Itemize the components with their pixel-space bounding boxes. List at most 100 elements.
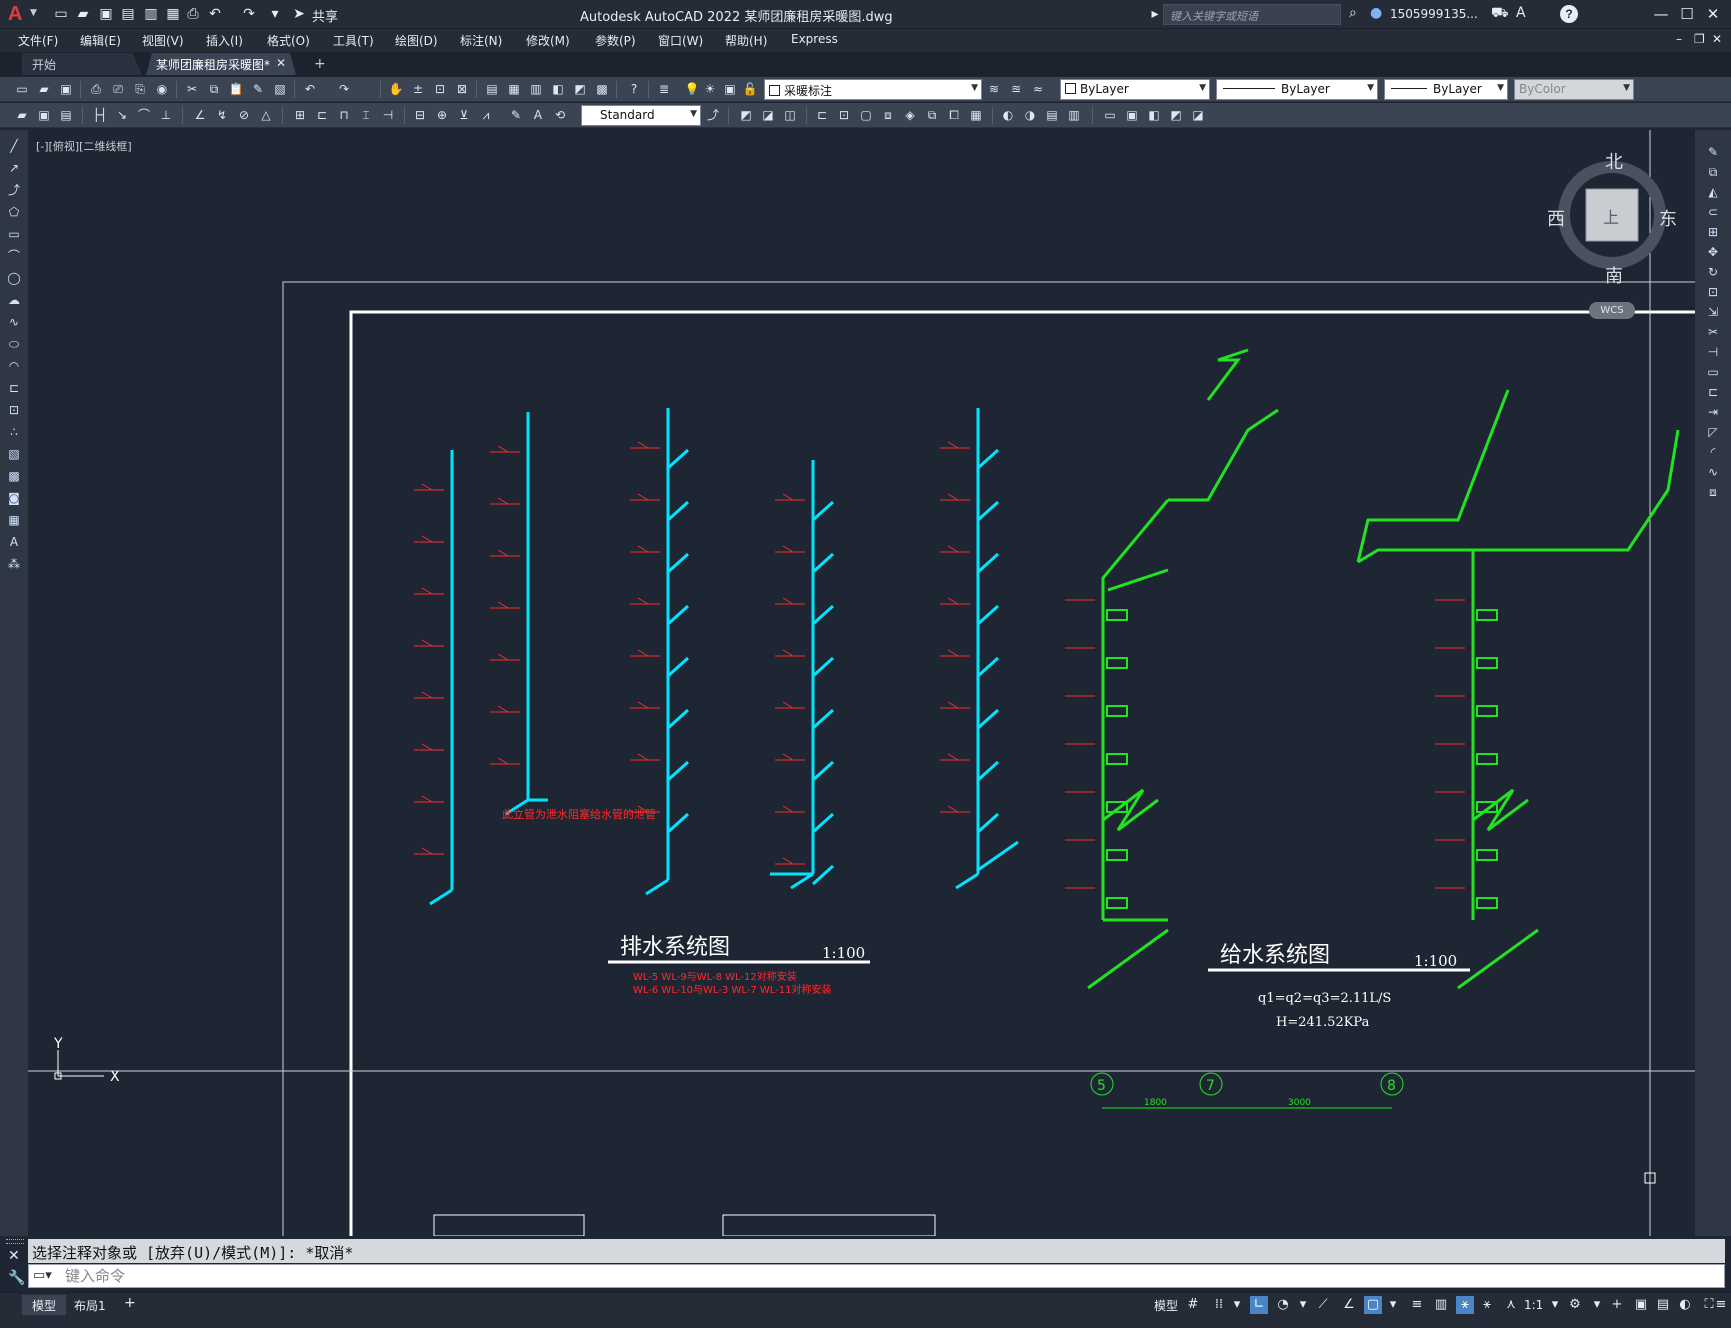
plot-preview-icon[interactable]: ⎚ <box>110 81 126 97</box>
line-icon[interactable]: ╱ <box>6 138 22 154</box>
region-icon[interactable]: ◙ <box>6 490 22 506</box>
gradient-icon[interactable]: ▩ <box>6 468 22 484</box>
qnew-icon[interactable]: ▭ <box>14 81 30 97</box>
menu-express[interactable]: Express <box>791 32 838 46</box>
command-line-grip[interactable] <box>6 1239 24 1244</box>
arc-icon[interactable]: ⌒ <box>6 248 22 264</box>
document-minimize-icon[interactable]: – <box>1676 32 1682 46</box>
scale-icon[interactable]: ⊡ <box>1705 284 1721 300</box>
chevron-down-icon[interactable]: ▾ <box>1588 1296 1606 1314</box>
open-file-icon[interactable]: ▰ <box>74 5 92 23</box>
auto-scale-icon[interactable]: ⚹ <box>1478 1296 1496 1314</box>
maximize-window-icon[interactable]: ☐ <box>1674 3 1700 25</box>
quick-dimension-icon[interactable]: ⊞ <box>292 107 308 123</box>
menu-file[interactable]: 文件(F) <box>18 32 58 49</box>
aligned-dimension-icon[interactable]: ↘ <box>114 107 130 123</box>
open-web-icon[interactable]: ▥ <box>142 5 160 23</box>
move-icon[interactable]: ✥ <box>1705 244 1721 260</box>
mirror-icon[interactable]: ◭ <box>1705 184 1721 200</box>
close-window-icon[interactable]: ✕ <box>1700 3 1726 25</box>
app-menu-caret-icon[interactable]: ▼ <box>30 8 37 18</box>
autocad-logo-icon[interactable]: A <box>8 3 28 25</box>
multiline-text-icon[interactable]: A <box>6 534 22 550</box>
table-icon[interactable]: ▦ <box>6 512 22 528</box>
menu-help[interactable]: 帮助(H) <box>725 32 767 49</box>
compass-north[interactable]: 北 <box>1605 148 1623 174</box>
color-combo[interactable]: ByLayer ▼ <box>1060 79 1210 100</box>
materials-icon[interactable]: ◑ <box>1022 107 1038 123</box>
design-center-icon[interactable]: ▦ <box>506 81 522 97</box>
plot-icon[interactable]: ⎙ <box>184 5 202 23</box>
construction-line-icon[interactable]: ↗ <box>6 160 22 176</box>
save-as-icon[interactable]: ▤ <box>119 5 137 23</box>
annotation-monitor-icon[interactable]: + <box>1608 1296 1626 1314</box>
make-current-layer-icon[interactable]: ≋ <box>986 81 1002 97</box>
tab-start[interactable]: 开始 <box>22 53 142 75</box>
polar-tracking-icon[interactable]: ◔ <box>1274 1296 1292 1314</box>
diameter-dimension-icon[interactable]: ⊘ <box>236 107 252 123</box>
environment-icon[interactable]: ▥ <box>1066 107 1082 123</box>
object-snap-icon[interactable]: ▢ <box>1364 1296 1382 1314</box>
help-icon[interactable]: ? <box>1560 5 1578 23</box>
command-input[interactable] <box>65 1267 1705 1285</box>
annotation-visibility-icon[interactable]: ⚹ <box>1456 1296 1474 1314</box>
lights-icon[interactable]: ▤ <box>1044 107 1060 123</box>
compass-west[interactable]: 西 <box>1547 205 1565 231</box>
compass-east[interactable]: 东 <box>1659 205 1677 231</box>
menu-format[interactable]: 格式(O) <box>267 32 310 49</box>
menu-modify[interactable]: 修改(M) <box>526 32 570 49</box>
insert-block-icon[interactable]: ⊏ <box>814 107 830 123</box>
new-file-icon[interactable]: ▭ <box>52 5 70 23</box>
chamfer-icon[interactable]: ◸ <box>1705 424 1721 440</box>
layer-lock-icon[interactable]: 🔓 <box>742 81 758 97</box>
underlay-icon[interactable]: ▦ <box>968 107 984 123</box>
save-web-icon[interactable]: ▦ <box>164 5 182 23</box>
share-icon[interactable]: ➤ <box>290 5 308 23</box>
paste-icon[interactable]: 📋 <box>228 81 244 97</box>
attribute-icon[interactable]: ▢ <box>858 107 874 123</box>
chevron-down-icon[interactable]: ▾ <box>1546 1296 1564 1314</box>
autodesk-app-store-icon[interactable]: A <box>1516 5 1526 21</box>
polygon-icon[interactable]: ⬠ <box>6 204 22 220</box>
rotate-icon[interactable]: ↻ <box>1705 264 1721 280</box>
share-button[interactable]: 共享 <box>312 6 338 25</box>
make-block-icon[interactable]: ⊡ <box>6 402 22 418</box>
baseline-dimension-icon[interactable]: ⊏ <box>314 107 330 123</box>
tab-model[interactable]: 模型 <box>22 1295 67 1315</box>
zoom-previous-icon[interactable]: ⊠ <box>454 81 470 97</box>
make-block-icon[interactable]: ⊡ <box>836 107 852 123</box>
xref-icon[interactable]: ⧈ <box>880 107 896 123</box>
hatch-icon[interactable]: ▧ <box>6 446 22 462</box>
break-icon[interactable]: ⊏ <box>1705 384 1721 400</box>
menu-edit[interactable]: 编辑(E) <box>80 32 121 49</box>
compass-south[interactable]: 南 <box>1605 262 1623 288</box>
viewcube-top-face[interactable]: 上 <box>1603 204 1619 228</box>
circle-icon[interactable]: ◯ <box>6 270 22 286</box>
point-icon[interactable]: ∴ <box>6 424 22 440</box>
redo-icon[interactable]: ↷ <box>336 81 352 97</box>
customize-status-icon[interactable]: ≡ <box>1712 1296 1730 1314</box>
calculator-icon[interactable]: ▩ <box>594 81 610 97</box>
customize-quick-access-icon[interactable]: ▾ <box>266 5 284 23</box>
block-editor-icon[interactable]: ▧ <box>272 81 288 97</box>
array-icon[interactable]: ⊞ <box>1705 224 1721 240</box>
model-space-button[interactable]: 模型 <box>1154 1297 1178 1314</box>
annotation-scale-value[interactable]: 1:1 <box>1524 1298 1543 1312</box>
customize-icon[interactable]: 🔧 <box>8 1270 25 1286</box>
layer-viewport-icon[interactable]: ▣ <box>722 81 738 97</box>
menu-parametric[interactable]: 参数(P) <box>595 32 636 49</box>
polyline-icon[interactable]: ⤴ <box>6 182 22 198</box>
annotation-scale-icon[interactable]: ⋏ <box>1502 1296 1520 1314</box>
fillet-icon[interactable]: ◜ <box>1705 444 1721 460</box>
angular-dimension-icon[interactable]: △ <box>258 107 274 123</box>
dimension-style-icon[interactable]: ⤴ <box>705 107 721 123</box>
snap-icon[interactable]: ⁞⁞ <box>1210 1296 1228 1314</box>
linear-dimension-icon[interactable]: ├┤ <box>92 107 108 123</box>
lineweight-icon[interactable]: ≡ <box>1408 1296 1426 1314</box>
undo-icon[interactable]: ↶ <box>302 81 318 97</box>
chevron-down-icon[interactable]: ▾ <box>1228 1296 1246 1314</box>
grid-icon[interactable]: # <box>1184 1296 1202 1314</box>
close-command-line-icon[interactable]: ✕ <box>8 1248 20 1264</box>
undo-icon[interactable]: ↶ <box>206 5 224 23</box>
chevron-down-icon[interactable]: ▾ <box>1294 1296 1312 1314</box>
